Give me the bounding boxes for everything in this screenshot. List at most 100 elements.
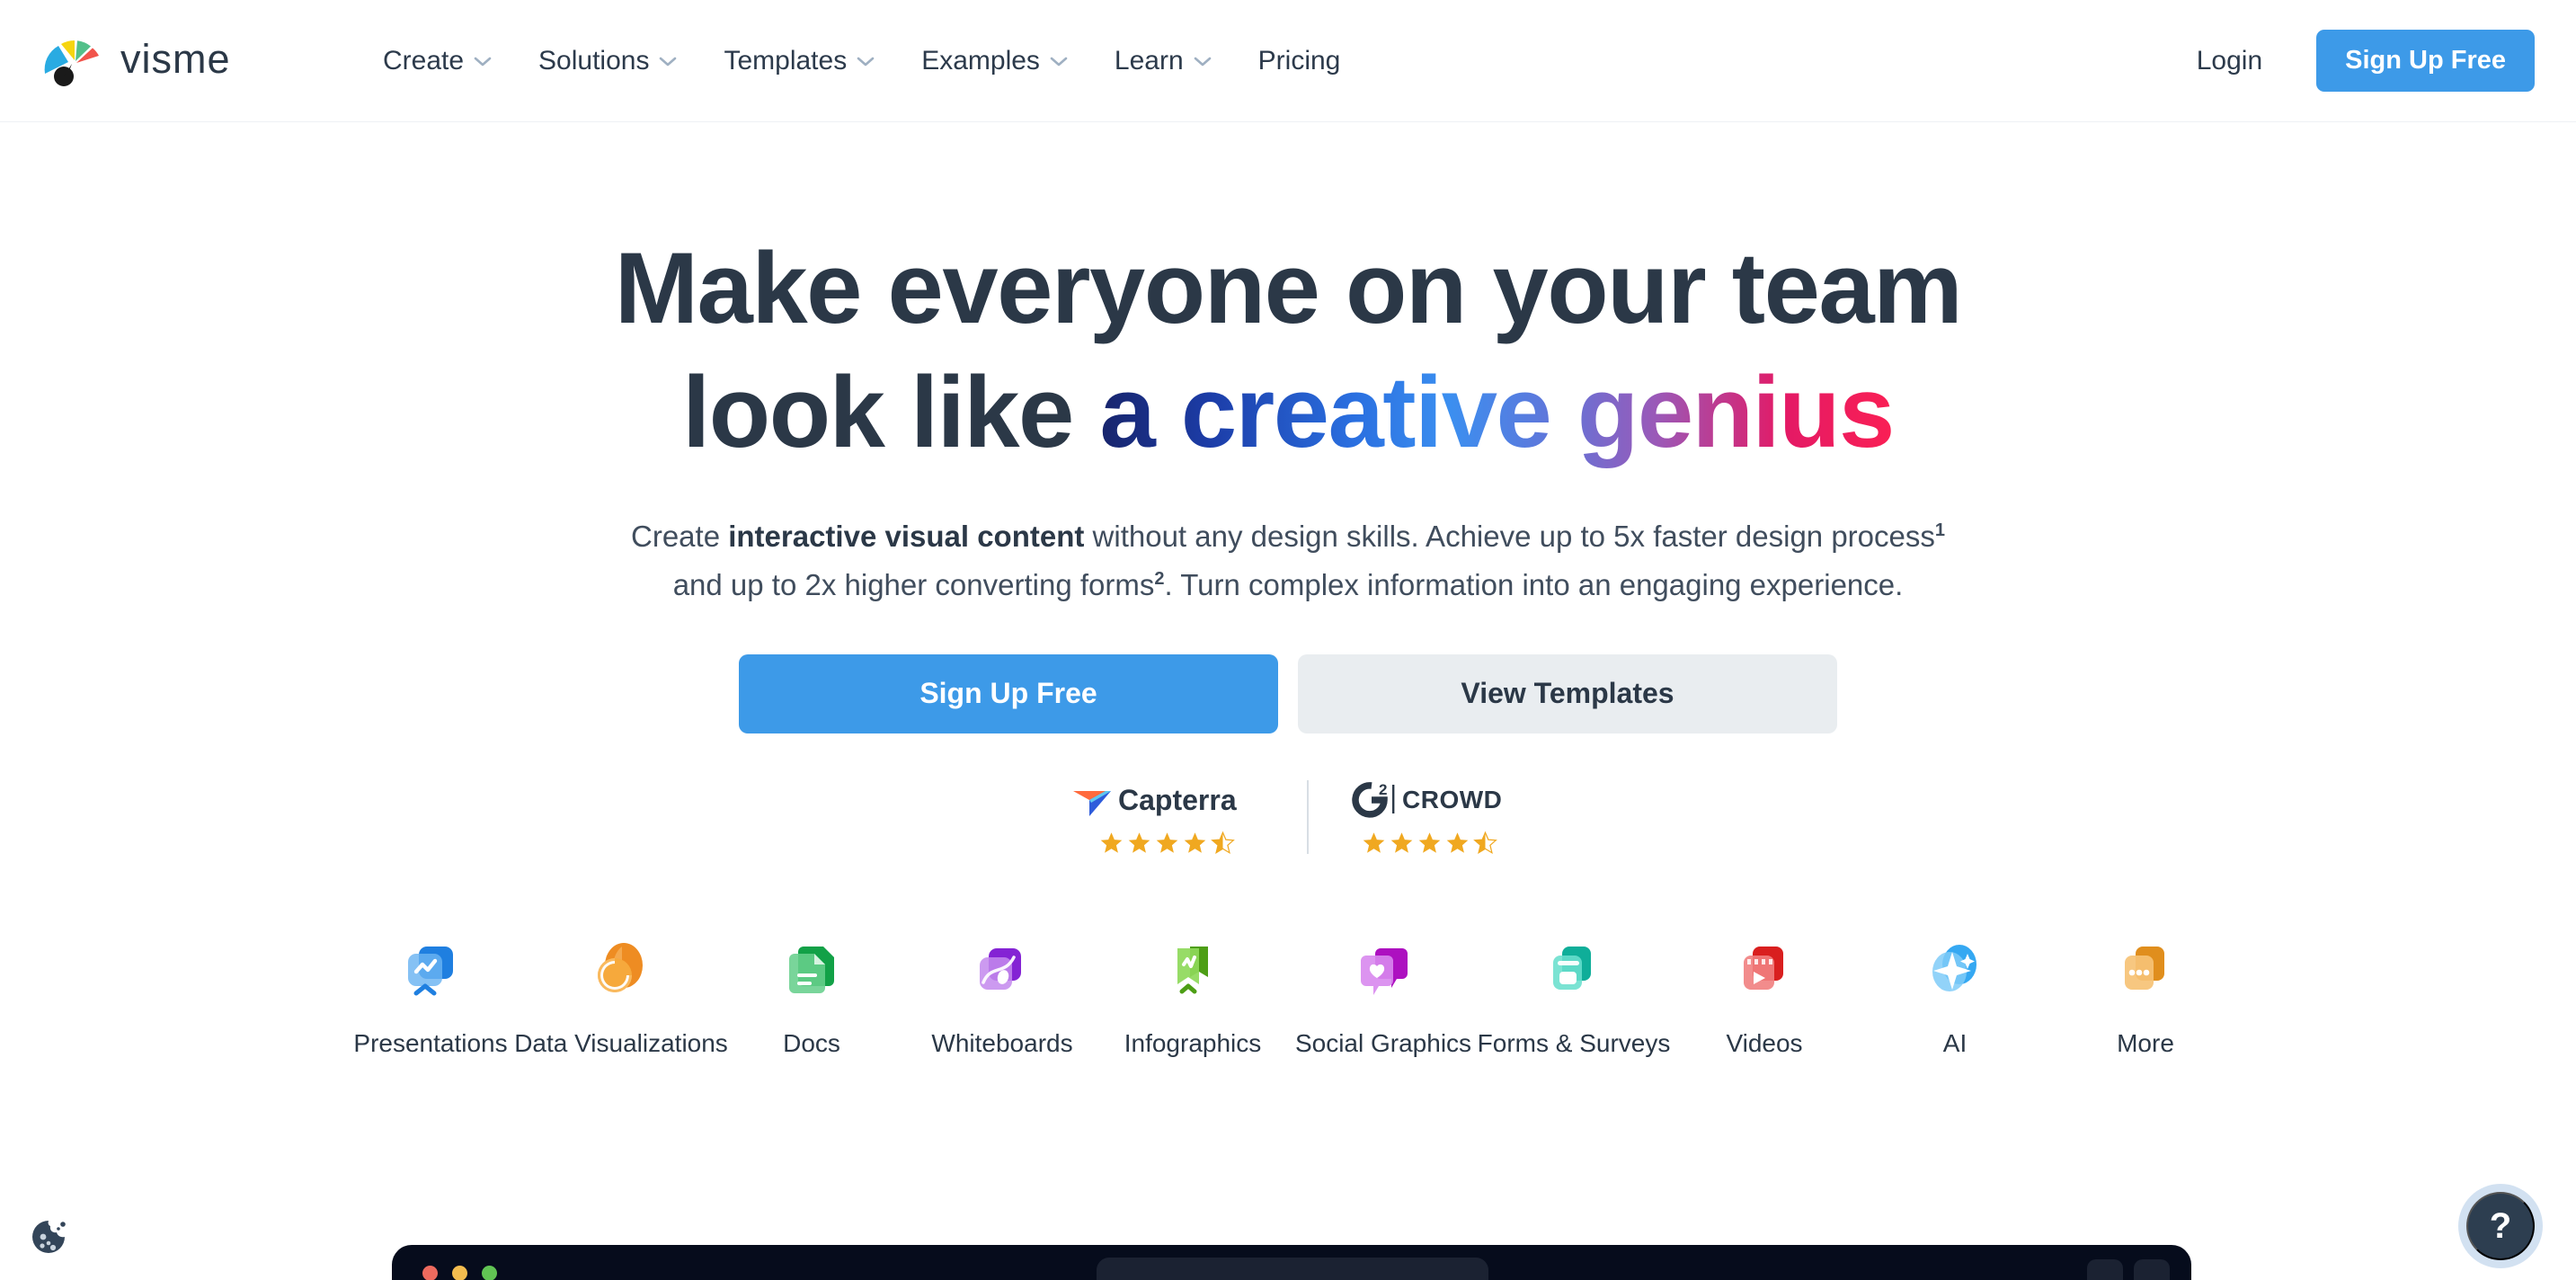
- nav-item-learn[interactable]: Learn: [1091, 37, 1235, 85]
- category-label: Data Visualizations: [514, 1028, 728, 1057]
- chevron-down-icon: [1194, 57, 1211, 66]
- star-full-icon: [1100, 831, 1122, 853]
- nav-item-create[interactable]: Create: [360, 37, 515, 85]
- footnote-marker-2: 2: [1154, 568, 1165, 589]
- visme-speedometer-logo-icon: [44, 40, 99, 86]
- g2-crowd-badge[interactable]: 2 CROWD: [1309, 780, 1550, 855]
- infographics-icon: [1177, 946, 1208, 994]
- nav-label: Pricing: [1257, 45, 1341, 76]
- visme-wordmark-icon: visme: [120, 40, 231, 82]
- subtitle-part-3: and up to 2x higher converting forms: [672, 567, 1155, 601]
- hero-signup-free-button[interactable]: Sign Up Free: [739, 653, 1278, 733]
- mockup-tab-button[interactable]: [2134, 1259, 2170, 1280]
- category-social-graphics[interactable]: Social Graphics: [1288, 934, 1479, 1058]
- window-traffic-lights: [422, 1266, 497, 1280]
- category-ai[interactable]: AI: [1860, 934, 2050, 1058]
- login-link[interactable]: Login: [2170, 37, 2289, 85]
- svg-text:Capterra: Capterra: [1118, 784, 1237, 816]
- nav-item-examples[interactable]: Examples: [898, 37, 1091, 85]
- subtitle-part-2: without any design skills. Achieve up to…: [1084, 519, 1935, 553]
- svg-text:CROWD: CROWD: [1402, 786, 1502, 813]
- mockup-address-bar[interactable]: [1097, 1258, 1488, 1280]
- hero-view-templates-button[interactable]: View Templates: [1298, 653, 1837, 733]
- social-graphics-icon: [1361, 947, 1408, 995]
- category-shortcuts: Presentations Data Visualizations Docs W…: [0, 934, 2576, 1058]
- subtitle-part-1: Create: [631, 519, 729, 553]
- chevron-down-icon: [474, 57, 492, 66]
- videos-icon: [1744, 946, 1783, 990]
- star-full-icon: [1184, 831, 1205, 853]
- headline-line-1: Make everyone on your team: [614, 232, 1963, 344]
- window-close-dot[interactable]: [422, 1266, 438, 1280]
- hero-cta-row: Sign Up Free View Templates: [0, 653, 2576, 733]
- subtitle-part-4: . Turn complex information into an engag…: [1164, 567, 1904, 601]
- headline-line-2: look like a creative genius: [0, 351, 2576, 475]
- brand-logo-link[interactable]: visme: [41, 34, 291, 88]
- nav-label: Learn: [1114, 45, 1184, 76]
- chevron-down-icon: [857, 57, 875, 66]
- capterra-logo: Capterra: [1070, 780, 1264, 820]
- chevron-down-icon: [1050, 57, 1068, 66]
- capterra-star-rating: [1099, 831, 1235, 855]
- category-label: More: [2117, 1028, 2174, 1057]
- headline-plain-part: look like: [682, 355, 1100, 468]
- mockup-toolbar-buttons: [2087, 1259, 2170, 1280]
- data-visualizations-icon: [598, 942, 643, 992]
- category-infographics[interactable]: Infographics: [1097, 934, 1288, 1058]
- nav-item-pricing[interactable]: Pricing: [1235, 37, 1364, 85]
- nav-label: Solutions: [538, 45, 650, 76]
- signup-free-button[interactable]: Sign Up Free: [2316, 30, 2535, 92]
- star-full-icon: [1446, 831, 1468, 853]
- page-root: visme Create Solutions Templates Example…: [0, 0, 2576, 1280]
- help-button[interactable]: ?: [2466, 1192, 2535, 1260]
- site-header: visme Create Solutions Templates Example…: [0, 0, 2576, 122]
- window-minimize-dot[interactable]: [452, 1266, 467, 1280]
- page-title: Make everyone on your team look like a c…: [0, 227, 2576, 475]
- category-label: Whiteboards: [931, 1028, 1073, 1057]
- browser-mockup-window: [392, 1245, 2191, 1280]
- star-full-icon: [1128, 831, 1150, 853]
- main-navigation: Create Solutions Templates Examples Lear…: [360, 37, 1364, 85]
- nav-label: Templates: [724, 45, 848, 76]
- category-data-visualizations[interactable]: Data Visualizations: [514, 934, 728, 1058]
- category-docs[interactable]: Docs: [716, 934, 907, 1058]
- nav-item-solutions[interactable]: Solutions: [515, 37, 700, 85]
- g2-crowd-star-rating: [1362, 831, 1497, 855]
- capterra-logo-icon: Capterra: [1073, 784, 1237, 816]
- nav-item-templates[interactable]: Templates: [700, 37, 898, 85]
- cookie-consent-button[interactable]: [25, 1213, 72, 1260]
- star-full-icon: [1363, 831, 1384, 853]
- star-full-icon: [1390, 831, 1412, 853]
- headline-gradient-part: a creative genius: [1099, 355, 1895, 468]
- category-label: Forms & Surveys: [1477, 1028, 1671, 1057]
- window-maximize-dot[interactable]: [482, 1266, 497, 1280]
- star-full-icon: [1156, 831, 1177, 853]
- ai-sparkle-icon: [1932, 944, 1976, 991]
- category-label: Docs: [783, 1028, 840, 1057]
- star-half-icon: [1472, 831, 1497, 854]
- star-full-icon: [1418, 831, 1440, 853]
- category-forms-surveys[interactable]: Forms & Surveys: [1477, 934, 1671, 1058]
- category-label: Social Graphics: [1294, 1028, 1472, 1057]
- brand-wordmark-text: visme: [120, 40, 231, 82]
- forms-surveys-icon: [1553, 946, 1591, 990]
- category-more[interactable]: More: [2050, 934, 2241, 1058]
- cookie-consent-icon: [32, 1221, 66, 1253]
- capterra-badge[interactable]: Capterra: [1026, 780, 1307, 855]
- star-half-icon: [1210, 831, 1235, 854]
- nav-label: Examples: [921, 45, 1040, 76]
- footnote-marker-1: 1: [1934, 520, 1945, 540]
- docs-icon: [789, 946, 834, 993]
- g2-crowd-logo-icon: 2 CROWD: [1352, 781, 1502, 818]
- category-whiteboards[interactable]: Whiteboards: [907, 934, 1097, 1058]
- category-presentations[interactable]: Presentations: [335, 934, 526, 1058]
- chevron-down-icon: [660, 57, 677, 66]
- mockup-tab-button[interactable]: [2087, 1259, 2123, 1280]
- category-label: Videos: [1726, 1028, 1803, 1057]
- g2-crowd-logo: 2 CROWD: [1352, 780, 1506, 820]
- review-badges: Capterra 2 CROWD: [0, 780, 2576, 855]
- hero-subtitle: Create interactive visual content withou…: [0, 512, 2576, 609]
- category-label: Presentations: [353, 1028, 508, 1057]
- category-videos[interactable]: Videos: [1669, 934, 1860, 1058]
- subtitle-bold-phrase: interactive visual content: [728, 519, 1085, 553]
